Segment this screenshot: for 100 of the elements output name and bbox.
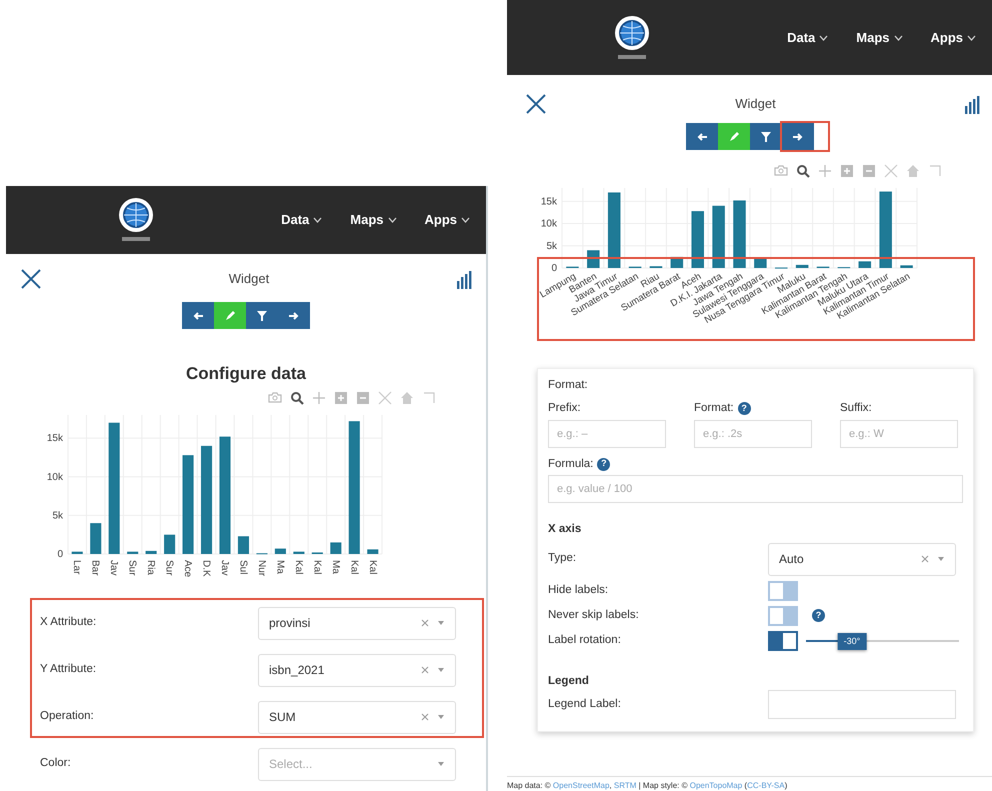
field-label: Suffix:	[840, 401, 872, 416]
axis-category-label: Ace	[182, 560, 194, 577]
step-button[interactable]	[182, 302, 214, 329]
bar	[274, 548, 286, 554]
axis-category-label: Nur	[256, 560, 267, 576]
home-icon[interactable]	[906, 164, 920, 178]
caret-down-icon[interactable]	[437, 666, 445, 674]
slider-thumb[interactable]: -30°	[838, 632, 866, 650]
toggle-switch[interactable]	[768, 580, 798, 600]
axis-category-label: Jav	[219, 560, 230, 576]
axis-category-label: Kal	[311, 560, 322, 574]
move-icon[interactable]	[818, 164, 832, 178]
bar-chart-icon[interactable]	[964, 94, 980, 114]
step-button[interactable]	[782, 123, 814, 150]
clear-icon[interactable]	[421, 619, 429, 627]
bar-chart-icon[interactable]	[456, 269, 472, 289]
legend-label-field[interactable]	[768, 690, 956, 720]
axis-category-label: Sur	[126, 560, 138, 576]
step-button[interactable]	[686, 123, 718, 150]
axis-category-label: D.K	[200, 560, 212, 576]
bar	[858, 261, 872, 268]
axis-category-label: Kal	[292, 560, 304, 574]
menu-button[interactable]: Data	[787, 28, 828, 48]
filter-icon	[256, 310, 268, 322]
pencil-icon	[728, 130, 740, 142]
move-icon[interactable]	[312, 390, 326, 404]
menu-button[interactable]: Data	[281, 210, 322, 230]
step-button[interactable]	[246, 302, 278, 329]
axis-category-label: Ma	[274, 560, 286, 574]
menu-button[interactable]: Apps	[424, 210, 470, 230]
menu-button[interactable]: Maps	[350, 210, 396, 230]
axis-category-label: Bar	[90, 560, 101, 576]
field-label: Format:	[694, 401, 734, 416]
menu-button[interactable]: Maps	[856, 28, 902, 48]
axis-category-label: Sur	[164, 560, 175, 576]
help-icon[interactable]: ?	[738, 402, 751, 416]
help-icon[interactable]: ?	[597, 458, 610, 471]
close-icon[interactable]	[20, 268, 42, 290]
autoscale-icon[interactable]	[378, 390, 392, 404]
home-icon[interactable]	[400, 390, 414, 404]
bar	[712, 206, 725, 268]
chart-title: Configure data	[185, 363, 307, 385]
widget-title: Widget	[734, 95, 777, 114]
field-label: Prefix:	[548, 401, 581, 416]
bar	[238, 536, 249, 554]
text-input[interactable]: e.g.: W	[840, 420, 958, 448]
axis-tick-label: 15k	[46, 432, 63, 444]
section-heading: Legend	[548, 674, 590, 689]
camera-icon[interactable]	[268, 390, 282, 404]
field-label: Y Attribute:	[40, 662, 96, 678]
field-label: Legend Label:	[548, 697, 622, 712]
zoom-in-icon[interactable]	[840, 164, 854, 178]
zoom-out-icon[interactable]	[356, 390, 370, 404]
clear-icon[interactable]	[921, 555, 929, 563]
section-heading: X axis	[548, 522, 582, 537]
caret-down-icon[interactable]	[437, 619, 445, 627]
caret-down-icon[interactable]	[437, 713, 445, 721]
field-label: Type:	[548, 551, 578, 566]
text-input[interactable]: e.g.: –	[548, 420, 666, 448]
axis-tick-label: 10k	[46, 471, 63, 482]
axis-tick-label: 15k	[540, 196, 557, 208]
chevron-down-icon	[461, 217, 470, 223]
corner-icon[interactable]	[422, 390, 436, 404]
select-field[interactable]: Auto	[768, 542, 956, 576]
autoscale-icon[interactable]	[884, 164, 898, 178]
text-input[interactable]: e.g.: .2s	[694, 420, 812, 448]
step-button[interactable]	[750, 123, 782, 150]
chevron-down-icon	[388, 217, 396, 223]
select-field[interactable]: SUM	[258, 700, 456, 734]
toggle-switch[interactable]	[768, 606, 798, 626]
zoom-out-icon[interactable]	[862, 164, 876, 178]
caret-down-icon[interactable]	[437, 760, 445, 768]
zoom-icon[interactable]	[796, 164, 810, 178]
corner-icon[interactable]	[928, 164, 942, 178]
pencil-icon	[224, 310, 236, 322]
formula-input[interactable]: e.g. value / 100	[548, 474, 963, 503]
chevron-down-icon	[819, 34, 828, 40]
menu-button[interactable]: Apps	[930, 28, 976, 48]
select-field[interactable]: isbn_2021	[258, 654, 456, 686]
toggle-switch[interactable]	[768, 630, 798, 650]
chevron-down-icon	[967, 34, 976, 40]
map-attribution: Map data: © OpenStreetMap, SRTM | Map style: © OpenTopoMap (CC-BY-SA)	[507, 776, 992, 791]
help-icon[interactable]: ?	[812, 609, 825, 622]
zoom-in-icon[interactable]	[334, 390, 348, 404]
axis-tick-label: 0	[57, 548, 63, 560]
close-icon[interactable]	[525, 93, 547, 115]
bar	[72, 551, 83, 554]
axis-category-label: Jav	[108, 560, 120, 576]
axis-category-label: Lar	[71, 560, 82, 574]
axis-category-label: Sul	[237, 560, 248, 574]
field-label: Label rotation:	[548, 632, 622, 648]
zoom-icon[interactable]	[290, 390, 304, 404]
clear-icon[interactable]	[421, 713, 429, 721]
field-label: X Attribute:	[40, 615, 96, 630]
camera-icon[interactable]	[774, 164, 788, 178]
bar	[733, 200, 746, 268]
caret-down-icon[interactable]	[937, 555, 945, 563]
select-field[interactable]: provinsi	[258, 606, 456, 640]
step-button[interactable]	[278, 302, 310, 329]
clear-icon[interactable]	[421, 666, 429, 674]
